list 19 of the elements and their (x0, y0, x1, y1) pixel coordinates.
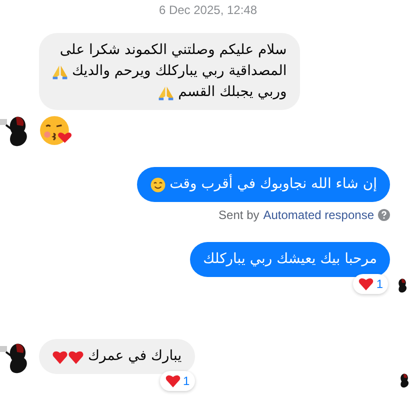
heart-icon (358, 276, 374, 292)
reaction-badge[interactable]: 1 (160, 371, 195, 391)
timestamp: 6 Dec 2025, 12:48 (158, 2, 258, 19)
two-hearts-icon (52, 348, 84, 364)
message-bubble: إن شاء الله نجاوبوك في أقرب وقت (136, 167, 390, 202)
message-bubble: مرحبا بيك يعيشك ربي يباركلك (190, 242, 390, 277)
help-icon[interactable] (378, 209, 390, 221)
kissing-face-icon (39, 114, 72, 147)
reaction-count: 1 (182, 374, 190, 388)
automated-response-link[interactable]: Automated response (263, 208, 374, 222)
reaction-count: 1 (376, 277, 383, 291)
reaction-badge[interactable]: 1 (353, 274, 388, 294)
smiling-face-icon (150, 176, 166, 192)
message-bubble: سلام عليكم وصلتني الكموند شكرا على المصداقية ربي يباركلك ويرحم والديك وربي يجبلك القسم (39, 33, 300, 110)
heart-icon (164, 373, 181, 389)
praying-hands-icon (158, 84, 174, 100)
sent-by-label: Sent by (218, 208, 260, 222)
message-bubble: يبارك في عمرك (39, 339, 195, 374)
praying-hands-icon (52, 64, 68, 80)
